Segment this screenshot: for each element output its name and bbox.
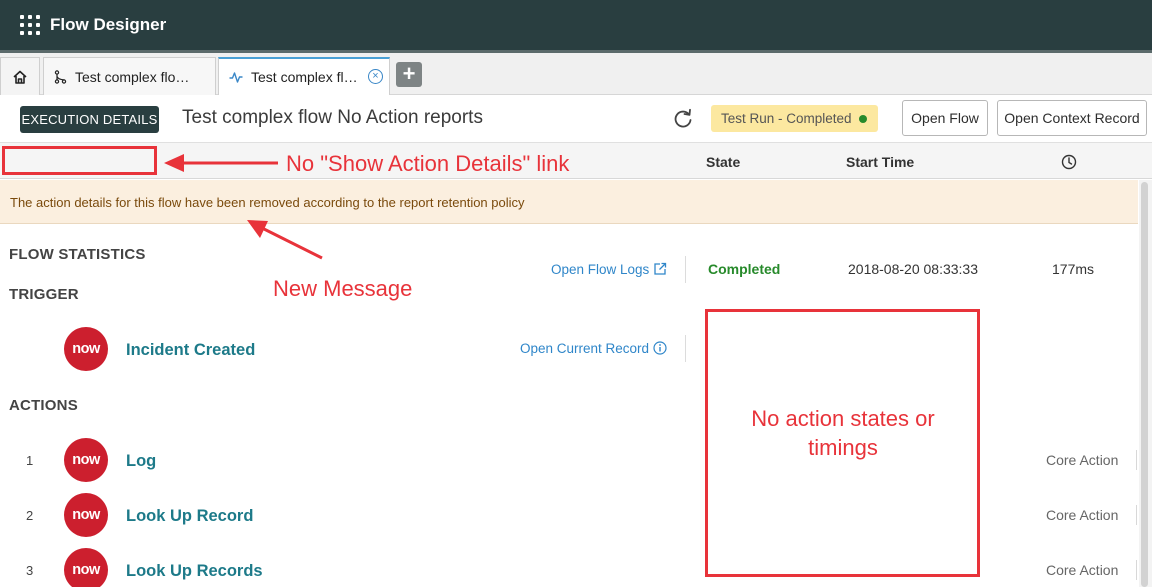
- annotation-arrowhead-link: [164, 154, 184, 172]
- annotation-arrow-message: [261, 226, 323, 260]
- annotation-arrows: [164, 154, 323, 260]
